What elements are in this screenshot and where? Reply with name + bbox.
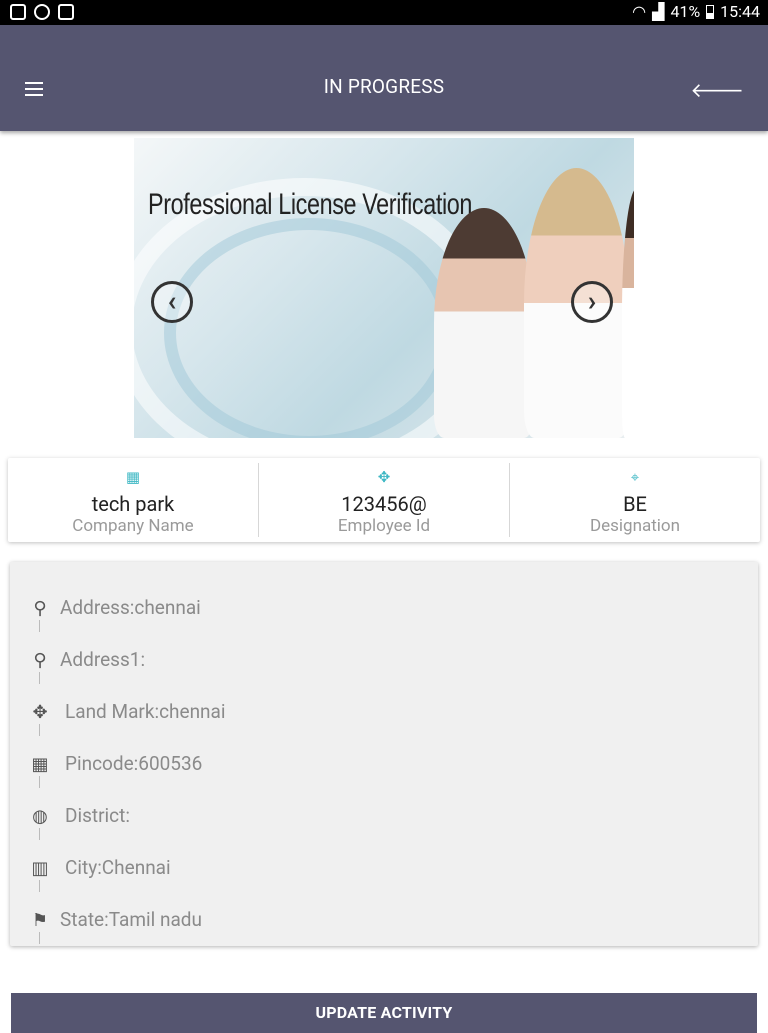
state-map-icon: ⚑ (31, 910, 49, 944)
address-text: Address:chennai (60, 596, 201, 619)
landmark-icon: ✥ (30, 702, 50, 736)
designation-label: Designation (589, 516, 681, 536)
location-pin-icon: ⚲ (30, 650, 50, 684)
camera-notification-icon (34, 4, 50, 20)
doctor-figure (434, 208, 534, 438)
address1-text: Address1: (60, 648, 146, 671)
keypad-icon: ▦ (31, 754, 49, 788)
background-architecture-inner (164, 218, 454, 438)
location-icon: ⌖ (630, 468, 640, 486)
arrow-back-icon[interactable]: 🡐 (690, 80, 744, 100)
clipboard-notification-icon (58, 4, 74, 20)
landmark-text: Land Mark:chennai (65, 700, 226, 723)
city-icon: ▥ (31, 858, 49, 892)
system-status: ◠ ▟ 41% 15:44 (632, 2, 760, 21)
employee-id-field: ✥ 123456@ Employee Id (258, 463, 509, 537)
carousel-next-button[interactable]: › (571, 281, 613, 323)
doctor-figure (622, 188, 634, 438)
designation-field: ⌖ BE Designation (509, 463, 760, 537)
globe-icon: ◍ (30, 806, 50, 840)
image-carousel[interactable]: Professional License Verification ‹ › (134, 138, 634, 438)
employee-id-label: Employee Id (337, 516, 431, 536)
designation-value: BE (623, 492, 647, 516)
wifi-icon: ◠ (632, 2, 647, 21)
app-bar: IN PROGRESS 🡐 (0, 25, 768, 131)
address-card: ⚲ Address:chennai ⚲ Address1: ✥ Land Mar… (10, 562, 758, 946)
state-text: State:Tamil nadu (60, 908, 202, 931)
battery-percent: 41% (670, 2, 701, 21)
building-icon: ▦ (125, 468, 141, 486)
gallery-notification-icon (10, 4, 26, 20)
pincode-text: Pincode:600536 (65, 752, 203, 775)
carousel-prev-button[interactable]: ‹ (151, 281, 193, 323)
employee-info-card: ▦ tech park Company Name ✥ 123456@ Emplo… (8, 458, 760, 542)
clock: 15:44 (720, 2, 760, 21)
signal-icon: ▟ (652, 2, 665, 21)
battery-fill (707, 12, 714, 18)
battery-icon (706, 4, 715, 19)
page-title: IN PROGRESS (323, 75, 445, 98)
company-name-field: ▦ tech park Company Name (8, 458, 258, 542)
update-activity-button[interactable]: UPDATE ACTIVITY (11, 993, 757, 1033)
district-text: District: (65, 804, 130, 827)
slide-title: Professional License Verification (148, 188, 473, 221)
status-bar: ◠ ▟ 41% 15:44 (0, 0, 768, 25)
map-pin-icon: ✥ (377, 468, 391, 486)
company-name-value: tech park (91, 492, 175, 516)
employee-id-value: 123456@ (341, 492, 427, 516)
city-text: City:Chennai (65, 856, 171, 879)
company-name-label: Company Name (72, 516, 194, 536)
location-pin-icon: ⚲ (30, 598, 50, 632)
notification-icons (10, 4, 74, 20)
